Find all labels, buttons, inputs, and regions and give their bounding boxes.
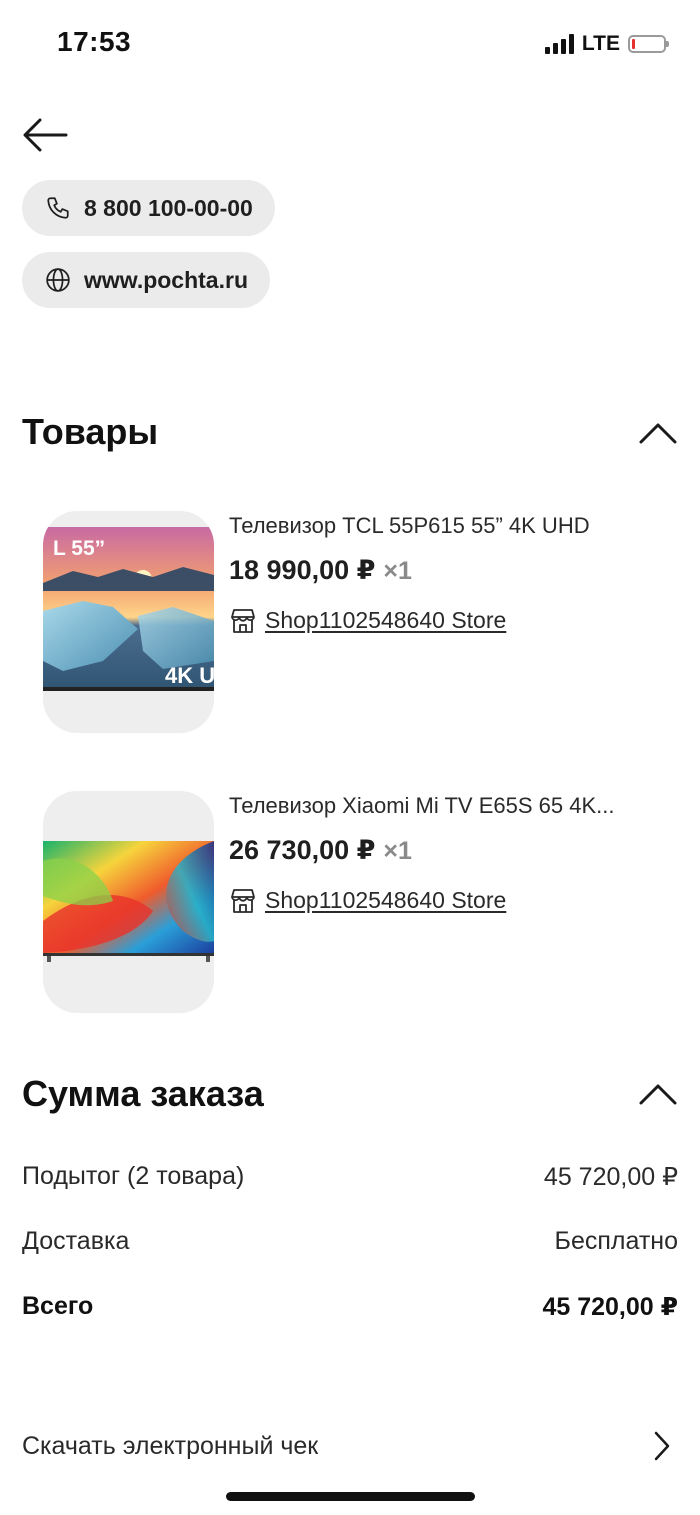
home-indicator bbox=[226, 1492, 475, 1501]
arrow-left-icon bbox=[23, 118, 68, 152]
download-receipt-label: Скачать электронный чек bbox=[22, 1432, 319, 1460]
product-name[interactable]: Телевизор Xiaomi Mi TV E65S 65 4K... bbox=[229, 793, 668, 819]
battery-level bbox=[632, 39, 635, 49]
phone-icon bbox=[44, 194, 72, 222]
subtotal-label: Подытог (2 товара) bbox=[22, 1162, 245, 1190]
store-icon bbox=[231, 608, 255, 633]
total-label: Всего bbox=[22, 1292, 94, 1320]
total-value: 45 720,00 ₽ bbox=[542, 1293, 678, 1321]
total-row: Всего 45 720,00 ₽ bbox=[22, 1292, 678, 1322]
product-quantity: ×1 bbox=[383, 837, 412, 865]
store-name: Shop1102548640 Store bbox=[265, 887, 507, 913]
delivery-value: Бесплатно bbox=[554, 1227, 678, 1255]
delivery-row: Доставка Бесплатно bbox=[22, 1227, 678, 1256]
product-price-line: 18 990,00 ₽ ×1 bbox=[229, 555, 412, 586]
products-title: Товары bbox=[22, 411, 159, 452]
product-price: 18 990,00 ₽ bbox=[229, 555, 376, 585]
store-link[interactable]: Shop1102548640 Store bbox=[229, 607, 506, 634]
store-name: Shop1102548640 Store bbox=[265, 607, 507, 633]
product-price-line: 26 730,00 ₽ ×1 bbox=[229, 835, 412, 866]
subtotal-value: 45 720,00 ₽ bbox=[543, 1163, 678, 1191]
product-item[interactable]: L 55” 4K U Телевизор TCL 55P615 55” 4K U… bbox=[43, 511, 678, 733]
image-text-size: L 55” bbox=[53, 537, 105, 560]
globe-icon bbox=[44, 266, 72, 294]
product-quantity: ×1 bbox=[383, 557, 412, 585]
phone-number: 8 800 100-00-00 bbox=[84, 194, 253, 221]
chevron-up-icon bbox=[639, 423, 677, 444]
image-text-4k: 4K U bbox=[165, 663, 214, 688]
summary-collapse-button[interactable] bbox=[638, 1081, 678, 1107]
store-icon bbox=[231, 888, 255, 913]
website-pill[interactable]: www.pochta.ru bbox=[22, 252, 270, 308]
product-image[interactable] bbox=[43, 791, 214, 1013]
download-receipt-button[interactable]: Скачать электронный чек bbox=[22, 1430, 678, 1466]
product-price: 26 730,00 ₽ bbox=[229, 835, 376, 865]
website-url: www.pochta.ru bbox=[84, 266, 248, 293]
products-collapse-button[interactable] bbox=[638, 420, 678, 446]
signal-icon bbox=[544, 34, 574, 54]
delivery-label: Доставка bbox=[22, 1227, 130, 1255]
product-item[interactable]: Телевизор Xiaomi Mi TV E65S 65 4K... 26 … bbox=[43, 791, 678, 1013]
store-link[interactable]: Shop1102548640 Store bbox=[229, 887, 506, 914]
chevron-up-icon bbox=[639, 1084, 677, 1105]
status-indicators: LTE bbox=[544, 32, 669, 56]
phone-pill[interactable]: 8 800 100-00-00 bbox=[22, 180, 275, 236]
network-type: LTE bbox=[581, 32, 620, 55]
order-summary-title: Сумма заказа bbox=[22, 1073, 264, 1114]
subtotal-row: Подытог (2 товара) 45 720,00 ₽ bbox=[22, 1162, 678, 1192]
chevron-right-icon bbox=[654, 1431, 670, 1461]
product-name[interactable]: Телевизор TCL 55P615 55” 4K UHD bbox=[229, 513, 668, 539]
battery-icon bbox=[628, 35, 669, 53]
back-button[interactable] bbox=[22, 112, 72, 158]
product-image[interactable]: L 55” 4K U bbox=[43, 511, 214, 733]
status-time: 17:53 bbox=[57, 26, 132, 57]
